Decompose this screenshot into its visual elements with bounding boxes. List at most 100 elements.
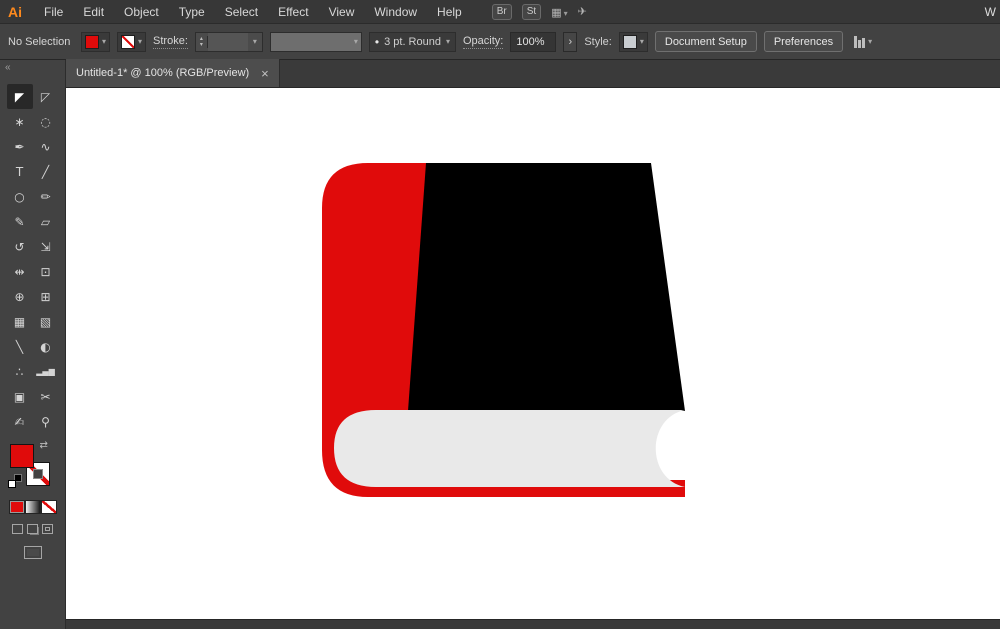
arrange-documents-control[interactable]: ▦ ▾ xyxy=(551,5,567,19)
style-dropdown[interactable]: ▾ xyxy=(618,31,648,52)
menu-edit[interactable]: Edit xyxy=(73,5,114,19)
pencil-tool[interactable]: ✎ xyxy=(7,209,33,234)
perspective-grid-tool[interactable]: ⊞ xyxy=(33,284,59,309)
close-tab-icon[interactable]: × xyxy=(261,67,269,80)
line-segment-tool-icon: ╱ xyxy=(41,164,50,179)
stroke-ring xyxy=(32,469,43,479)
step-down-icon[interactable]: ▾ xyxy=(196,42,207,48)
draw-normal-button[interactable] xyxy=(12,524,23,534)
eyedropper-tool[interactable]: ╲ xyxy=(7,334,33,359)
stroke-weight-stepper[interactable]: ▴ ▾ ▾ xyxy=(194,31,263,52)
variable-width-profile-dropdown[interactable]: ▾ xyxy=(269,31,362,52)
chevron-down-icon: ▾ xyxy=(868,36,873,46)
scale-tool[interactable]: ⇲ xyxy=(33,234,59,259)
menu-select[interactable]: Select xyxy=(215,5,268,19)
chevron-down-icon: ▾ xyxy=(639,36,644,46)
document-area: Untitled-1* @ 100% (RGB/Preview) × xyxy=(66,59,1000,629)
fill-color-swatch xyxy=(85,34,99,49)
menu-window[interactable]: Window xyxy=(364,5,427,19)
default-fill-stroke-icon[interactable] xyxy=(7,474,22,488)
pen-tool-icon: ✒ xyxy=(14,139,25,154)
menu-file[interactable]: File xyxy=(34,5,73,19)
stroke-color-control[interactable]: ▾ xyxy=(117,31,147,52)
menu-view[interactable]: View xyxy=(319,5,365,19)
opacity-field[interactable]: 100% xyxy=(510,31,557,52)
chevron-down-icon: ▾ xyxy=(138,36,143,46)
change-screen-mode-button[interactable] xyxy=(23,546,42,559)
chevron-down-icon[interactable]: ▾ xyxy=(248,37,262,46)
menu-type[interactable]: Type xyxy=(169,5,215,19)
line-segment-tool[interactable]: ╱ xyxy=(33,159,59,184)
eraser-tool[interactable]: ▱ xyxy=(33,209,59,234)
fill-swatch[interactable] xyxy=(9,444,34,468)
app-logo[interactable]: Ai xyxy=(0,4,34,20)
slice-tool[interactable]: ✂ xyxy=(33,384,59,409)
gradient-tool[interactable]: ▧ xyxy=(33,309,59,334)
document-tab-title: Untitled-1* @ 100% (RGB/Preview) xyxy=(76,67,250,79)
draw-behind-button[interactable] xyxy=(27,524,38,534)
align-control[interactable]: ▾ xyxy=(854,35,873,48)
menu-help[interactable]: Help xyxy=(427,5,472,19)
opacity-link[interactable]: Opacity: xyxy=(462,35,504,49)
curvature-tool[interactable]: ∿ xyxy=(33,134,59,159)
stepper-arrows-icon[interactable]: ▴ ▾ xyxy=(196,35,208,48)
artboard-tool[interactable]: ▣ xyxy=(7,384,33,409)
perspective-grid-tool-icon: ⊞ xyxy=(40,289,51,304)
mesh-tool[interactable]: ▦ xyxy=(7,309,33,334)
hand-tool-icon: ✍ xyxy=(14,414,25,429)
eraser-tool-icon: ▱ xyxy=(40,214,51,229)
menu-object[interactable]: Object xyxy=(114,5,169,19)
free-transform-tool[interactable]: ⊡ xyxy=(33,259,59,284)
brush-definition-value: 3 pt. Round xyxy=(384,35,441,48)
shape-builder-tool-icon: ⊕ xyxy=(14,289,25,304)
stroke-panel-link[interactable]: Stroke: xyxy=(153,35,188,49)
opacity-panel-arrow[interactable]: › xyxy=(563,31,578,52)
collapse-panel-button[interactable]: « xyxy=(0,60,15,76)
swap-fill-stroke-icon[interactable]: ⇄ xyxy=(40,440,48,451)
width-tool[interactable]: ⇹ xyxy=(7,259,33,284)
brush-definition-dropdown[interactable]: • 3 pt. Round ▾ xyxy=(368,31,456,52)
zoom-tool[interactable]: ⚲ xyxy=(33,409,59,434)
chevron-down-icon: ▾ xyxy=(102,36,107,46)
column-graph-tool[interactable]: ▂▄▆ xyxy=(33,359,59,384)
magic-wand-tool[interactable]: ∗ xyxy=(7,109,33,134)
lasso-tool[interactable]: ◌ xyxy=(33,109,59,134)
shape-builder-tool[interactable]: ⊕ xyxy=(7,284,33,309)
zoom-tool-icon: ⚲ xyxy=(41,414,50,429)
paintbrush-tool[interactable]: ✏ xyxy=(33,184,59,209)
document-tab[interactable]: Untitled-1* @ 100% (RGB/Preview) × xyxy=(66,59,280,87)
stroke-weight-value[interactable] xyxy=(207,32,248,51)
type-tool-icon: T xyxy=(15,164,24,179)
fill-stroke-widget: ⇄ xyxy=(7,440,58,496)
workspace-label[interactable]: W xyxy=(985,5,1000,19)
rotate-tool[interactable]: ↺ xyxy=(7,234,33,259)
ellipse-tool[interactable]: ○ xyxy=(7,184,33,209)
document-tab-bar: Untitled-1* @ 100% (RGB/Preview) × xyxy=(66,59,1000,88)
free-transform-tool-icon: ⊡ xyxy=(40,264,51,279)
selection-tool[interactable]: ◤ xyxy=(6,84,33,109)
fill-color-control[interactable]: ▾ xyxy=(81,31,111,52)
hand-tool[interactable]: ✍ xyxy=(7,409,33,434)
direct-selection-tool[interactable]: ◸ xyxy=(33,84,59,109)
mesh-tool-icon: ▦ xyxy=(13,314,26,329)
type-tool[interactable]: T xyxy=(7,159,33,184)
stock-button[interactable]: St xyxy=(521,3,542,20)
tools-grid: ◤ ◸ ∗ ◌ ✒ ∿ T ╱ ○ ✏ ✎ ▱ ↺ ⇲ ⇹ ⊡ ⊕ ⊞ ▦ ▧ xyxy=(6,84,59,434)
gradient-button[interactable] xyxy=(24,500,41,514)
bridge-button[interactable]: Br xyxy=(491,3,512,20)
chevron-down-icon: ▾ xyxy=(353,36,358,46)
symbol-sprayer-tool-icon: ∴ xyxy=(15,364,24,379)
artboard-canvas[interactable] xyxy=(66,88,1000,619)
pencil-tool-icon: ✎ xyxy=(14,214,25,229)
menu-effect[interactable]: Effect xyxy=(268,5,318,19)
draw-inside-button[interactable] xyxy=(42,524,53,534)
document-setup-button[interactable]: Document Setup xyxy=(654,31,757,52)
paintbrush-tool-icon: ✏ xyxy=(40,189,51,204)
blend-tool[interactable]: ◐ xyxy=(33,334,59,359)
none-button[interactable] xyxy=(40,500,57,514)
symbol-sprayer-tool[interactable]: ∴ xyxy=(7,359,33,384)
color-button[interactable] xyxy=(8,500,25,514)
preferences-button[interactable]: Preferences xyxy=(763,31,844,52)
pen-tool[interactable]: ✒ xyxy=(7,134,33,159)
share-icon[interactable]: ✈ xyxy=(578,5,587,18)
